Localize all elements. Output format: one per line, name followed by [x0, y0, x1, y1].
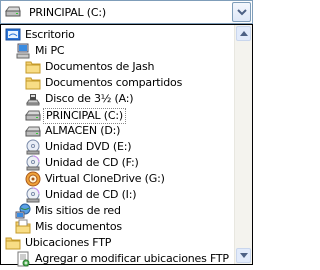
tree-item[interactable]: Agregar o modificar ubicaciones FTP — [1, 250, 234, 268]
network-places-icon — [15, 203, 31, 219]
hard-drive-icon — [25, 123, 41, 139]
tree-item-label: Documentos compartidos — [45, 76, 183, 89]
tree-item-label: Mi PC — [35, 44, 65, 57]
desktop-icon — [5, 27, 21, 43]
cd-drive-icon — [25, 187, 41, 203]
tree-item-label: Mis sitios de red — [35, 204, 121, 217]
tree-item-label: Agregar o modificar ubicaciones FTP — [35, 252, 229, 265]
my-documents-icon — [15, 219, 31, 235]
tree-item-label: Unidad de CD (F:) — [45, 156, 139, 169]
tree-item-label: Disco de 3½ (A:) — [45, 92, 134, 105]
scroll-down-button[interactable] — [236, 248, 251, 263]
dvd-drive-icon — [25, 139, 41, 155]
tree-item-label: Unidad DVD (E:) — [45, 140, 132, 153]
combo-value: PRINCIPAL (C:) — [29, 6, 106, 19]
floppy-icon — [25, 91, 41, 107]
scroll-up-button[interactable] — [236, 26, 251, 41]
arrow-up-icon — [240, 31, 248, 36]
tree-item-label: Virtual CloneDrive (G:) — [45, 172, 165, 185]
address-combobox[interactable]: PRINCIPAL (C:) — [0, 0, 253, 24]
tree-item-label: Ubicaciones FTP — [25, 236, 112, 249]
dropdown-button[interactable] — [232, 2, 251, 22]
folder-icon — [25, 75, 41, 91]
tree-item-label: Documentos de Jash — [45, 60, 155, 73]
clonedrive-icon — [25, 171, 41, 187]
hard-drive-icon — [5, 5, 21, 19]
tree-item-label: ALMACEN (D:) — [45, 124, 121, 137]
folder-icon — [25, 59, 41, 75]
tree-item-label: Mis documentos — [35, 220, 122, 233]
cd-drive-icon — [25, 155, 41, 171]
dropdown-list[interactable]: Escritorio Mi PC Documentos de Jash Documen… — [0, 24, 253, 268]
computer-icon — [15, 43, 31, 59]
arrow-down-icon — [240, 253, 248, 258]
tree-item-label: Unidad de CD (I:) — [45, 188, 137, 201]
folder-icon — [5, 235, 21, 251]
chevron-down-icon — [237, 9, 247, 16]
vertical-scrollbar[interactable] — [234, 25, 252, 264]
hard-drive-icon — [25, 107, 41, 123]
tree-item-label: Escritorio — [25, 28, 75, 41]
